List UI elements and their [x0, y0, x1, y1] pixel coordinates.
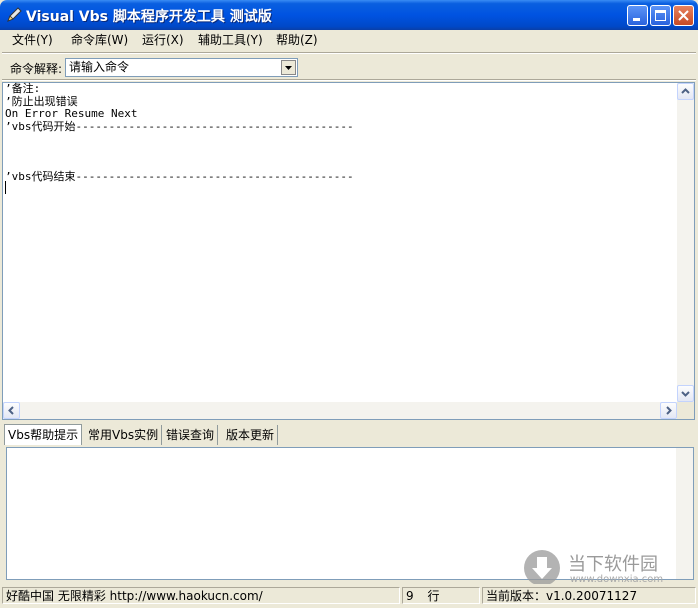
close-button[interactable]: [673, 5, 694, 26]
menu-file[interactable]: 文件(Y): [12, 32, 53, 48]
arrow-right-icon: [666, 406, 672, 415]
dropdown-button[interactable]: [281, 60, 296, 75]
output-scrollbar[interactable]: [676, 448, 693, 579]
scroll-down-button[interactable]: [677, 385, 694, 402]
watermark-name: 当下软件园: [568, 554, 658, 575]
app-pen-icon: [6, 7, 22, 23]
maximize-button[interactable]: [650, 5, 671, 26]
chevron-down-icon: [285, 66, 292, 70]
code-line: On Error Resume Next: [5, 107, 138, 120]
horizontal-scrollbar[interactable]: [3, 402, 677, 419]
status-site: 好酷中国 无限精彩 http://www.haokucn.com/: [2, 587, 400, 604]
tab-version-update[interactable]: 版本更新: [223, 425, 279, 445]
tab-error-lookup[interactable]: 错误查询: [163, 425, 219, 445]
scroll-up-button[interactable]: [677, 83, 694, 100]
scrollbar-corner: [677, 402, 694, 419]
download-logo-icon: [524, 550, 560, 586]
code-line: ’vbs代码开始--------------------------------…: [5, 119, 354, 133]
scroll-right-button[interactable]: [660, 402, 677, 419]
status-line-number: 9: [406, 589, 414, 603]
status-line-label: 行: [427, 589, 440, 603]
arrow-left-icon: [8, 406, 14, 415]
minimize-button[interactable]: [627, 5, 648, 26]
vertical-scrollbar[interactable]: [677, 83, 694, 402]
title-bar[interactable]: Visual Vbs 脚本程序开发工具 测试版: [0, 0, 698, 30]
app-window: Visual Vbs 脚本程序开发工具 测试版 文件(Y) 命令库(W) 运行(…: [0, 0, 698, 608]
code-text[interactable]: ’备注: ’防止出现错误 On Error Resume Next’vbs代码开始-…: [5, 82, 354, 183]
window-title: Visual Vbs 脚本程序开发工具 测试版: [26, 9, 272, 25]
menu-bar: 文件(Y) 命令库(W) 运行(X) 辅助工具(Y) 帮助(Z): [0, 30, 698, 50]
menu-separator: [2, 52, 696, 54]
status-line: 9 行: [402, 587, 480, 604]
status-version: 当前版本：v1.0.20071127: [482, 587, 696, 604]
menu-run[interactable]: 运行(X): [142, 32, 184, 48]
command-separator: [2, 79, 696, 81]
tab-vbs-examples[interactable]: 常用Vbs实例: [85, 425, 163, 445]
menu-tools[interactable]: 辅助工具(Y): [198, 32, 263, 48]
status-bar: 好酷中国 无限精彩 http://www.haokucn.com/ 9 行 当前…: [0, 584, 698, 608]
code-line: ’vbs代码结束--------------------------------…: [5, 169, 354, 183]
text-cursor: [5, 181, 6, 194]
menu-help[interactable]: 帮助(Z): [276, 32, 318, 48]
arrow-up-icon: [681, 88, 690, 94]
command-select-value: 请输入命令: [69, 60, 130, 74]
scroll-left-button[interactable]: [3, 402, 20, 419]
tab-vbs-help[interactable]: Vbs帮助提示: [4, 424, 83, 445]
command-label: 命令解释:: [10, 62, 63, 76]
arrow-down-icon: [681, 391, 690, 397]
command-select[interactable]: 请输入命令: [65, 58, 298, 77]
code-editor[interactable]: ’备注: ’防止出现错误 On Error Resume Next’vbs代码开始-…: [2, 82, 695, 420]
code-line: ’备注:: [5, 82, 41, 95]
menu-command-library[interactable]: 命令库(W): [71, 32, 128, 48]
